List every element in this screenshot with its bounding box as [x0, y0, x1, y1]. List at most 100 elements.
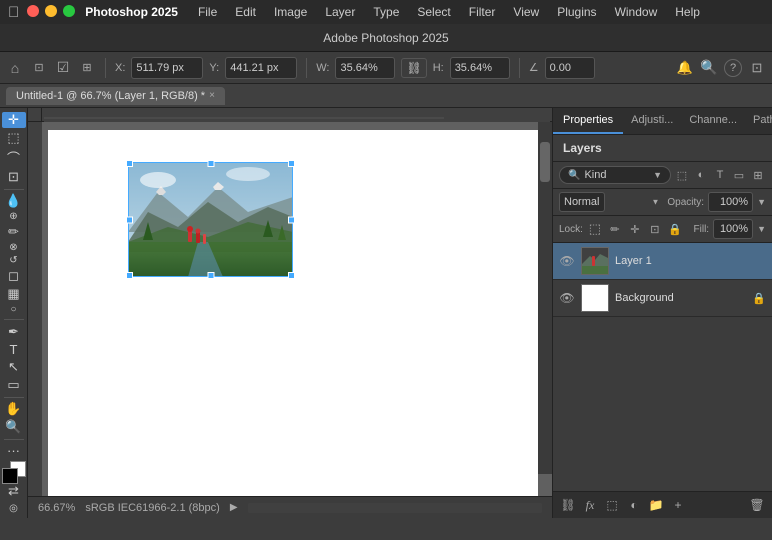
healing-tool[interactable]: ⊕ — [2, 211, 26, 222]
delete-layer-button[interactable]: 🗑 — [748, 496, 766, 514]
swap-colors-icon[interactable]: ⇄ — [2, 483, 26, 499]
move-tool[interactable]: ✛ — [2, 112, 26, 128]
filter-type-icon[interactable]: T — [712, 167, 728, 183]
minimize-window-button[interactable] — [45, 5, 57, 17]
tab-title: Untitled-1 @ 66.7% (Layer 1, RGB/8) * — [16, 90, 205, 102]
menu-type[interactable]: Type — [365, 3, 407, 21]
brush-tool[interactable]: ✏ — [2, 224, 26, 240]
menu-edit[interactable]: Edit — [227, 3, 264, 21]
home-icon[interactable]: ⌂ — [6, 59, 24, 77]
vertical-scrollbar-thumb[interactable] — [540, 142, 550, 182]
tab-adjustments[interactable]: Adjusti... — [623, 108, 681, 134]
lock-transparent-icon[interactable]: ⬚ — [587, 221, 603, 237]
menu-image[interactable]: Image — [266, 3, 315, 21]
dodge-tool[interactable]: ○ — [2, 304, 26, 315]
menu-view[interactable]: View — [505, 3, 547, 21]
menubar:  Photoshop 2025 File Edit Image Layer T… — [0, 0, 772, 24]
blend-mode-select[interactable]: Normal — [559, 192, 605, 212]
add-adjustment-button[interactable]: ◐ — [625, 496, 643, 514]
layer-row-background[interactable]: 👁 Background 🔒 — [553, 280, 772, 317]
titlebar: Adobe Photoshop 2025 — [0, 24, 772, 52]
lock-brush-icon[interactable]: ✏ — [607, 221, 623, 237]
crop-tool[interactable]: ⊡ — [2, 169, 26, 185]
gradient-tool[interactable]: ▦ — [2, 286, 26, 302]
link-proportions-button[interactable]: ⛓ — [401, 58, 426, 78]
eraser-tool[interactable]: ◻ — [2, 268, 26, 284]
angle-field[interactable] — [545, 57, 595, 79]
add-mask-button[interactable]: ⬚ — [603, 496, 621, 514]
x-field[interactable] — [131, 57, 203, 79]
clone-tool[interactable]: ⊗ — [2, 242, 26, 253]
canvas-viewport[interactable] — [42, 122, 552, 496]
quick-mask-button[interactable]: ◎ — [2, 503, 26, 514]
fill-dropdown-arrow[interactable]: ▼ — [757, 224, 766, 234]
menu-filter[interactable]: Filter — [461, 3, 504, 21]
hand-tool[interactable]: ✋ — [2, 401, 26, 417]
selection-tool[interactable]: ⬚ — [2, 130, 26, 146]
more-tools[interactable]: ··· — [2, 443, 26, 458]
layer-row-layer1[interactable]: 👁 Layer 1 — [553, 243, 772, 280]
tab-channels[interactable]: Channe... — [681, 108, 745, 134]
lock-move-icon[interactable]: ✛ — [627, 221, 643, 237]
path-selection-tool[interactable]: ↖ — [2, 359, 26, 375]
maximize-window-button[interactable] — [63, 5, 75, 17]
opacity-label: Opacity: — [667, 197, 704, 208]
tab-paths[interactable]: Paths — [745, 108, 772, 134]
help-icon[interactable]: ? — [724, 59, 742, 77]
history-brush-tool[interactable]: ↺ — [2, 255, 26, 266]
checkbox-icon[interactable]: ☑ — [54, 59, 72, 77]
type-tool[interactable]: T — [2, 342, 26, 357]
layers-panel-title: Layers — [553, 135, 772, 162]
tab-properties[interactable]: Properties — [553, 108, 623, 134]
shape-tool[interactable]: ▭ — [2, 377, 26, 393]
layer-transform-container[interactable] — [128, 162, 293, 277]
blend-dropdown-arrow-icon: ▼ — [651, 198, 659, 207]
notification-icon[interactable]: 🔔 — [676, 59, 694, 77]
tab-close-button[interactable]: × — [209, 90, 215, 101]
menu-plugins[interactable]: Plugins — [549, 3, 604, 21]
vertical-scrollbar[interactable] — [538, 122, 552, 474]
pen-tool[interactable]: ✒ — [2, 324, 26, 340]
filter-shape-icon[interactable]: ▭ — [731, 167, 747, 183]
layer-visibility-icon-background[interactable]: 👁 — [559, 290, 575, 306]
w-field[interactable] — [335, 57, 395, 79]
background-name: Background — [615, 292, 746, 304]
eyedropper-tool[interactable]: 💧 — [2, 193, 26, 209]
status-arrow[interactable]: ▶ — [230, 502, 238, 513]
menu-layer[interactable]: Layer — [317, 3, 363, 21]
close-window-button[interactable] — [27, 5, 39, 17]
lasso-tool[interactable]: ⌒ — [2, 148, 26, 167]
arrange-icon[interactable]: ⊡ — [748, 59, 766, 77]
menu-select[interactable]: Select — [409, 3, 458, 21]
grid-icon[interactable]: ⊞ — [78, 59, 96, 77]
filter-smart-icon[interactable]: ⊞ — [750, 167, 766, 183]
lock-artboard-icon[interactable]: ⊡ — [647, 221, 663, 237]
create-folder-button[interactable]: 📁 — [647, 496, 665, 514]
new-layer-button[interactable]: + — [669, 496, 687, 514]
h-field[interactable] — [450, 57, 510, 79]
fill-field[interactable] — [713, 219, 753, 239]
filter-pixel-icon[interactable]: ⬚ — [674, 167, 690, 183]
ruler-h-svg — [44, 108, 550, 122]
document-tab[interactable]: Untitled-1 @ 66.7% (Layer 1, RGB/8) * × — [6, 87, 225, 105]
y-field[interactable] — [225, 57, 297, 79]
fx-button[interactable]: fx — [581, 496, 599, 514]
color-profile: sRGB IEC61966-2.1 (8bpc) — [85, 502, 220, 514]
options-bar: ⌂ ⊡ ☑ ⊞ X: Y: W: ⛓ H: ∠ 🔔 🔍 ? ⊡ — [0, 52, 772, 84]
opacity-dropdown-arrow[interactable]: ▼ — [757, 197, 766, 207]
filter-adjustment-icon[interactable]: ◐ — [693, 167, 709, 183]
color-swatches[interactable] — [2, 468, 26, 477]
zoom-tool[interactable]: 🔍 — [2, 419, 26, 435]
layer-visibility-icon-layer1[interactable]: 👁 — [559, 253, 575, 269]
ruler-v-svg — [28, 122, 42, 496]
menu-window[interactable]: Window — [607, 3, 666, 21]
search-icon[interactable]: 🔍 — [700, 59, 718, 77]
kind-filter-dropdown[interactable]: 🔍 Kind ▼ — [559, 166, 671, 184]
menu-help[interactable]: Help — [667, 3, 708, 21]
opacity-field[interactable] — [708, 192, 753, 212]
transform-select-icon[interactable]: ⊡ — [30, 59, 48, 77]
status-bar: 66.67% sRGB IEC61966-2.1 (8bpc) ▶ — [28, 496, 552, 518]
menu-file[interactable]: File — [190, 3, 225, 21]
lock-all-icon[interactable]: 🔒 — [667, 221, 683, 237]
link-layers-button[interactable]: ⛓ — [559, 496, 577, 514]
